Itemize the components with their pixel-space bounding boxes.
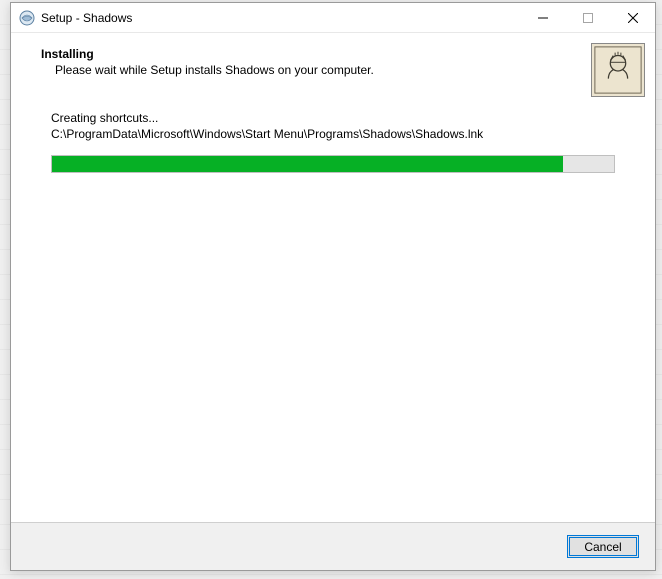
wizard-icon	[591, 43, 645, 97]
wizard-header: Installing Please wait while Setup insta…	[11, 33, 655, 91]
minimize-button[interactable]	[520, 3, 565, 32]
page-title: Installing	[41, 47, 633, 61]
close-button[interactable]	[610, 3, 655, 32]
app-icon	[19, 10, 35, 26]
content-area: Creating shortcuts... C:\ProgramData\Mic…	[11, 91, 655, 522]
titlebar: Setup - Shadows	[11, 3, 655, 33]
maximize-button	[565, 3, 610, 32]
setup-window: Setup - Shadows Installing Please wait w…	[10, 2, 656, 571]
status-text: Creating shortcuts...	[51, 111, 615, 125]
progress-fill	[52, 156, 563, 172]
page-subtitle: Please wait while Setup installs Shadows…	[41, 63, 633, 77]
install-path: C:\ProgramData\Microsoft\Windows\Start M…	[51, 127, 615, 141]
footer: Cancel	[11, 522, 655, 570]
progress-bar	[51, 155, 615, 173]
window-controls	[520, 3, 655, 32]
window-title: Setup - Shadows	[41, 11, 520, 25]
cancel-button[interactable]: Cancel	[567, 535, 639, 558]
